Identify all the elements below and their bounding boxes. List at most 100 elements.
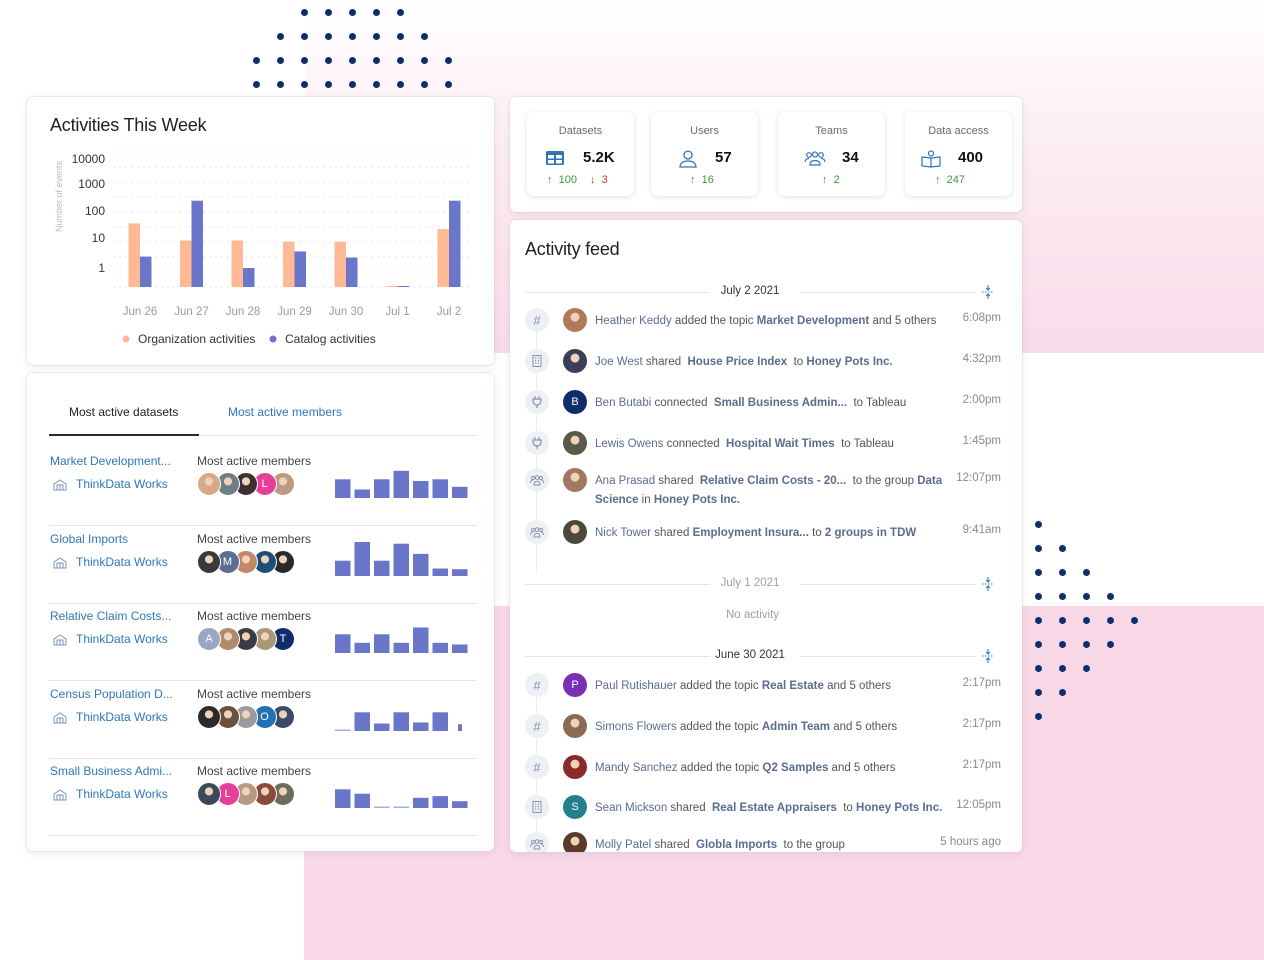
- bar-catalog-jun-29[interactable]: [294, 251, 307, 287]
- user-name-link[interactable]: Joe West: [595, 356, 643, 368]
- feed-item-text: Mandy Sanchez added the topic Q2 Samples…: [595, 759, 955, 778]
- entity-link[interactable]: Honey Pots Inc.: [806, 356, 892, 368]
- user-name-link[interactable]: Lewis Owens: [595, 438, 663, 450]
- user-name-link[interactable]: Paul Rutishauer: [595, 680, 677, 692]
- dataset-name-link[interactable]: Census Population D...: [50, 687, 173, 701]
- decorative-dot: [1058, 568, 1066, 576]
- user-avatar[interactable]: [563, 714, 587, 738]
- legend-label: Catalog activities: [285, 332, 376, 346]
- feed-item-text: Ana Prasad shared Relative Claim Costs -…: [595, 472, 955, 510]
- user-name-link[interactable]: Heather Keddy: [595, 315, 672, 327]
- member-avatar[interactable]: A: [197, 627, 221, 651]
- user-name-link[interactable]: Molly Patel: [595, 839, 651, 851]
- decorative-dot: [252, 80, 260, 88]
- organization-link[interactable]: ThinkData Works: [76, 477, 168, 491]
- member-avatar[interactable]: [197, 704, 221, 729]
- sparkline-bar: [393, 470, 409, 498]
- decorative-dot: [1034, 664, 1042, 672]
- organization-link[interactable]: ThinkData Works: [76, 632, 168, 646]
- entity-link[interactable]: Globla Imports: [696, 839, 777, 851]
- collapse-group-icon[interactable]: [981, 649, 995, 663]
- collapse-group-icon[interactable]: [981, 577, 995, 591]
- dataset-name-link[interactable]: Relative Claim Costs...: [50, 609, 171, 623]
- decorative-dot: [252, 56, 260, 64]
- user-name-link[interactable]: Sean Mickson: [595, 802, 667, 814]
- stat-card-data-access[interactable]: Data access 400 ↑ 247: [905, 112, 1012, 196]
- bar-catalog-jun-27[interactable]: [191, 200, 204, 287]
- member-avatar[interactable]: [197, 549, 221, 574]
- bar-organization-jun-28[interactable]: [231, 240, 244, 288]
- entity-link[interactable]: Hospital Wait Times: [726, 438, 835, 450]
- x-tick-label: Jun 30: [329, 306, 364, 318]
- bar-catalog-jul-2[interactable]: [449, 200, 461, 287]
- stat-increase-value: 247: [946, 174, 965, 186]
- sparkline-bar: [335, 479, 351, 498]
- bar-organization-jun-29[interactable]: [283, 241, 295, 287]
- stat-label: Data access: [928, 125, 989, 137]
- feed-text-fragment: shared: [651, 527, 693, 539]
- bar-organization-jun-26[interactable]: [128, 223, 141, 287]
- user-avatar[interactable]: [563, 832, 587, 852]
- feed-item-text: Nick Tower shared Employment Insura... t…: [595, 524, 955, 543]
- organization-link[interactable]: ThinkData Works: [76, 555, 168, 569]
- decorative-dot: [396, 80, 404, 88]
- stat-value: 34: [842, 149, 859, 166]
- entity-link[interactable]: Employment Insura...: [693, 527, 809, 539]
- entity-link[interactable]: Admin Team: [762, 721, 830, 733]
- user-name-link[interactable]: Mandy Sanchez: [595, 762, 677, 774]
- user-avatar[interactable]: [563, 755, 587, 779]
- stat-card-users[interactable]: Users 57 ↑ 16: [651, 112, 758, 196]
- bar-catalog-jun-30[interactable]: [346, 257, 358, 287]
- user-name-link[interactable]: Simons Flowers: [595, 721, 677, 733]
- user-avatar[interactable]: [563, 520, 587, 544]
- stat-card-teams[interactable]: Teams 34 ↑ 2: [778, 112, 885, 196]
- bar-organization-jul-1[interactable]: [386, 286, 398, 287]
- dataset-name-link[interactable]: Global Imports: [50, 532, 128, 546]
- organization-link[interactable]: ThinkData Works: [76, 787, 168, 801]
- decorative-dot: [1034, 712, 1042, 720]
- user-avatar[interactable]: [563, 308, 587, 332]
- entity-link[interactable]: 2 groups in TDW: [825, 527, 916, 539]
- tab-most-active-datasets[interactable]: Most active datasets: [69, 405, 178, 419]
- user-name-link[interactable]: Ana Prasad: [595, 475, 655, 487]
- entity-link[interactable]: Honey Pots Inc.: [856, 802, 942, 814]
- bar-organization-jul-2[interactable]: [437, 229, 450, 287]
- sparkline-bar: [413, 481, 429, 498]
- entity-link[interactable]: Honey Pots Inc.: [654, 494, 740, 506]
- bar-catalog-jun-26[interactable]: [140, 256, 152, 287]
- user-avatar[interactable]: [563, 468, 587, 492]
- feed-item-time: 2:17pm: [962, 759, 1001, 771]
- entity-link[interactable]: Real Estate Appraisers: [712, 802, 837, 814]
- feed-item: Lewis Owens connected Hospital Wait Time…: [525, 431, 1005, 471]
- feed-text-fragment: and 5 others: [828, 762, 896, 774]
- feed-item: S Sean Mickson shared Real Estate Apprais…: [525, 795, 1005, 835]
- bar-organization-jun-27[interactable]: [180, 240, 192, 288]
- user-avatar[interactable]: S: [563, 795, 587, 819]
- building-icon: [525, 795, 549, 819]
- bar-organization-jun-30[interactable]: [334, 241, 347, 287]
- organization-link[interactable]: ThinkData Works: [76, 710, 168, 724]
- stat-card-datasets[interactable]: Datasets 5.2K ↑ 100 ↓ 3: [527, 112, 634, 196]
- bar-catalog-jul-1[interactable]: [397, 286, 410, 287]
- sparkline-bar: [452, 486, 468, 498]
- bar-catalog-jun-28[interactable]: [243, 268, 255, 287]
- entity-link[interactable]: Real Estate: [762, 680, 824, 692]
- dataset-name-link[interactable]: Small Business Admi...: [50, 764, 172, 778]
- user-name-link[interactable]: Nick Tower: [595, 527, 651, 539]
- tab-most-active-members[interactable]: Most active members: [228, 405, 342, 419]
- entity-link[interactable]: Relative Claim Costs - 20...: [700, 475, 846, 487]
- member-avatar[interactable]: [197, 472, 221, 496]
- user-avatar[interactable]: [563, 431, 587, 455]
- user-avatar[interactable]: [563, 349, 587, 373]
- dataset-name-link[interactable]: Market Development...: [50, 454, 171, 468]
- user-avatar[interactable]: P: [563, 673, 587, 697]
- collapse-group-icon[interactable]: [981, 285, 995, 299]
- user-avatar[interactable]: B: [563, 390, 587, 414]
- entity-link[interactable]: Q2 Samples: [763, 762, 829, 774]
- entity-link[interactable]: House Price Index: [687, 356, 787, 368]
- user-name-link[interactable]: Ben Butabi: [595, 397, 651, 409]
- member-avatar[interactable]: [197, 782, 221, 806]
- entity-link[interactable]: Small Business Admin...: [714, 397, 847, 409]
- hashtag-icon: #: [525, 714, 549, 738]
- entity-link[interactable]: Market Development: [757, 315, 869, 327]
